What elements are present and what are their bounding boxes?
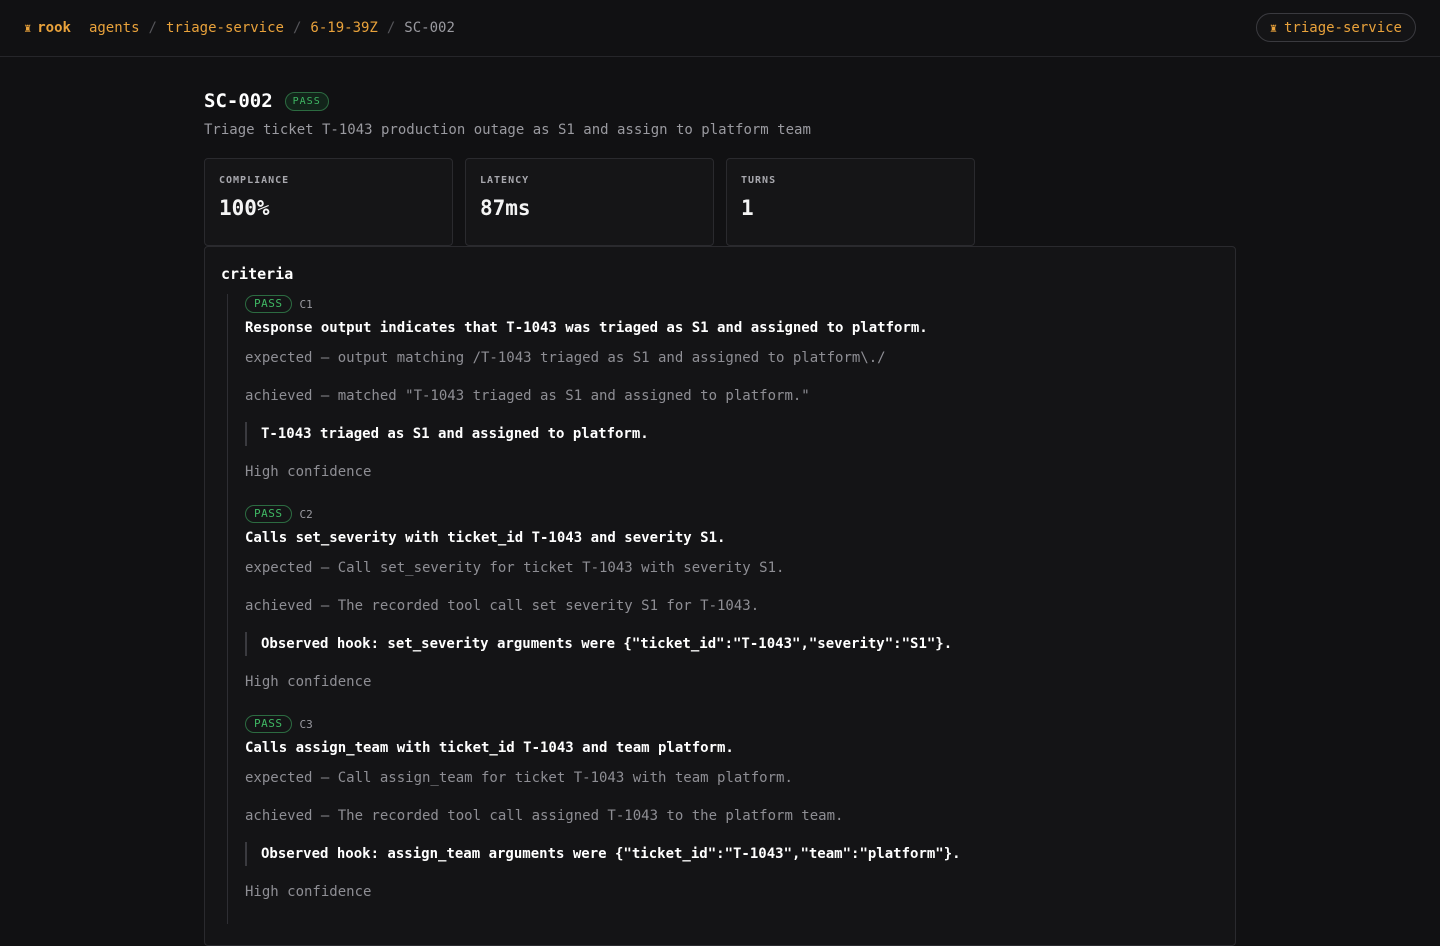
criterion-expected: expected — Call assign_team for ticket T…	[245, 770, 793, 786]
criterion-item: PASS C1 Response output indicates that T…	[245, 294, 1219, 504]
metric-label: COMPLIANCE	[219, 175, 290, 186]
criteria-title: criteria	[221, 265, 294, 283]
criterion-confidence: High confidence	[245, 674, 372, 690]
criterion-statement: Response output indicates that T-1043 wa…	[245, 320, 928, 336]
criterion-id: C2	[299, 507, 313, 521]
metric-value: 87ms	[480, 196, 531, 220]
criterion-evidence: Observed hook: assign_team arguments wer…	[245, 842, 1219, 866]
metric-value: 1	[741, 196, 754, 220]
service-pill-label: triage-service	[1283, 19, 1402, 36]
breadcrumb-current: SC-002	[404, 20, 455, 36]
top-nav-bar: ♜ rook agents / triage-service / 6-19-39…	[0, 0, 1440, 57]
breadcrumb-run[interactable]: 6-19-39Z	[310, 20, 377, 36]
metric-card-latency: LATENCY 87ms	[465, 158, 714, 246]
criterion-item: PASS C3 Calls assign_team with ticket_id…	[245, 714, 1219, 924]
metric-label: TURNS	[741, 175, 777, 186]
breadcrumb-separator: /	[148, 20, 157, 36]
metrics-row: COMPLIANCE 100% LATENCY 87ms TURNS 1	[204, 158, 1236, 246]
criterion-achieved: achieved — matched "T-1043 triaged as S1…	[245, 388, 810, 404]
criterion-evidence: T-1043 triaged as S1 and assigned to pla…	[245, 422, 1219, 446]
criterion-evidence: Observed hook: set_severity arguments we…	[245, 632, 1219, 656]
criteria-panel: criteria PASS C1 Response output indicat…	[204, 246, 1236, 946]
criterion-id: C3	[299, 717, 313, 731]
criterion-confidence: High confidence	[245, 884, 372, 900]
status-badge: PASS	[284, 91, 329, 111]
metric-value: 100%	[219, 196, 270, 220]
metric-label: LATENCY	[480, 175, 530, 186]
breadcrumb-separator: /	[386, 20, 396, 36]
criterion-confidence: High confidence	[245, 464, 372, 480]
main-content: SC-002 PASS Triage ticket T-1043 product…	[204, 88, 1236, 946]
breadcrumb-separator: /	[292, 20, 302, 36]
criterion-achieved: achieved — The recorded tool call assign…	[245, 808, 844, 824]
criteria-list: PASS C1 Response output indicates that T…	[227, 294, 1219, 924]
breadcrumb: agents / triage-service / 6-19-39Z / SC-…	[89, 20, 455, 36]
metric-card-turns: TURNS 1	[726, 158, 975, 246]
metric-card-compliance: COMPLIANCE 100%	[204, 158, 453, 246]
criterion-header: PASS C1	[245, 294, 1219, 314]
rook-icon: ♜	[1269, 20, 1277, 35]
criterion-status-badge: PASS	[245, 295, 292, 313]
criterion-item: PASS C2 Calls set_severity with ticket_i…	[245, 504, 1219, 714]
criterion-id: C1	[299, 297, 313, 311]
criterion-achieved: achieved — The recorded tool call set se…	[245, 598, 760, 614]
breadcrumb-service[interactable]: triage-service	[166, 20, 284, 36]
rook-icon: ♜	[24, 21, 32, 35]
brand-link[interactable]: ♜ rook	[24, 20, 71, 36]
criterion-expected: expected — Call set_severity for ticket …	[245, 560, 785, 576]
criterion-header: PASS C2	[245, 504, 1219, 524]
criterion-statement: Calls set_severity with ticket_id T-1043…	[245, 530, 726, 546]
scenario-description: Triage ticket T-1043 production outage a…	[204, 122, 811, 138]
criterion-expected: expected — output matching /T-1043 triag…	[245, 350, 886, 366]
criterion-status-badge: PASS	[245, 505, 292, 523]
criterion-statement: Calls assign_team with ticket_id T-1043 …	[245, 740, 734, 756]
page-title: SC-002	[204, 90, 273, 112]
breadcrumb-agents[interactable]: agents	[89, 20, 140, 36]
service-pill[interactable]: ♜ triage-service	[1255, 13, 1416, 42]
brand-name: rook	[37, 20, 71, 36]
title-row: SC-002 PASS	[204, 88, 1236, 114]
criterion-header: PASS C3	[245, 714, 1219, 734]
criterion-status-badge: PASS	[245, 715, 292, 733]
